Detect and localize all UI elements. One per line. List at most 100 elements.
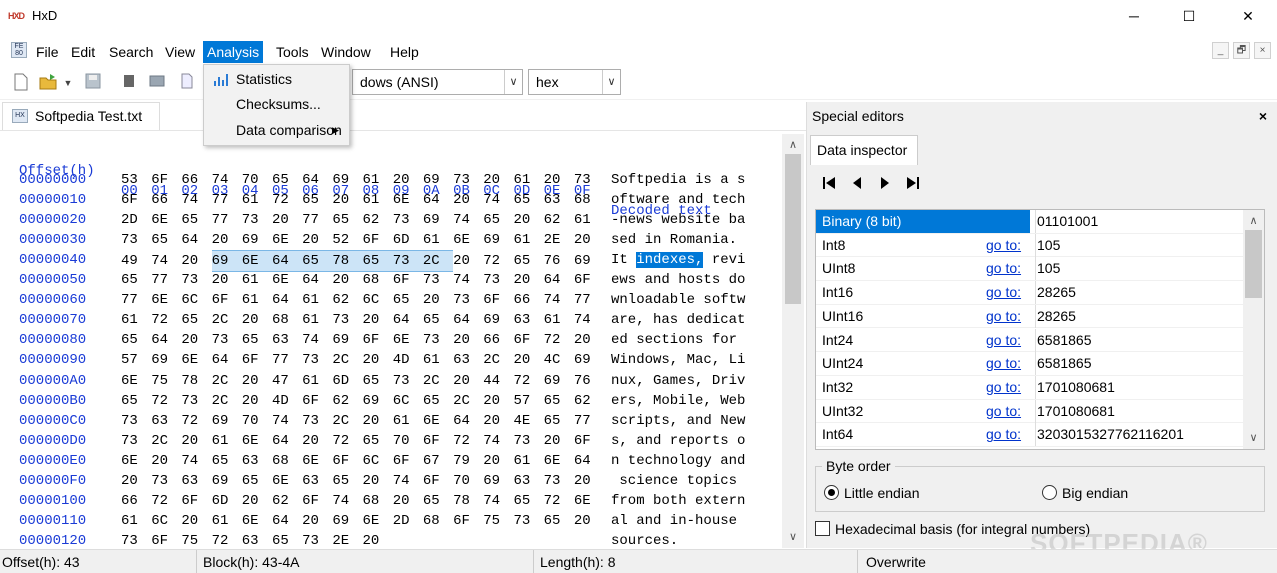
row-bytes[interactable]: 2D 6E 65 77 73 20 77 65 62 73 69 74 65 20 62 61 xyxy=(121,210,604,230)
hex-byte[interactable]: 4E xyxy=(513,411,543,431)
hex-byte[interactable]: 20 xyxy=(423,290,453,310)
first-byte-button[interactable] xyxy=(818,176,840,196)
row-decoded-text[interactable]: ers, Mobile, Web xyxy=(611,391,745,411)
hex-byte[interactable]: 72 xyxy=(332,431,362,451)
hex-byte[interactable]: 2C xyxy=(212,371,242,391)
hex-byte[interactable]: 67 xyxy=(423,451,453,471)
hex-byte[interactable]: 6D xyxy=(212,491,242,511)
hex-byte[interactable]: 6E xyxy=(363,511,393,531)
hex-byte[interactable]: 73 xyxy=(181,270,211,290)
hex-byte[interactable]: 6E xyxy=(151,290,181,310)
hex-byte[interactable]: 74 xyxy=(453,210,483,230)
row-decoded-text[interactable]: Softpedia is a s xyxy=(611,170,745,190)
goto-link[interactable]: go to: xyxy=(986,352,1021,375)
hex-byte[interactable]: 75 xyxy=(483,511,513,531)
hex-byte[interactable]: 65 xyxy=(363,371,393,391)
hex-byte[interactable]: 73 xyxy=(393,210,423,230)
hex-byte[interactable]: 61 xyxy=(242,270,272,290)
hex-byte[interactable]: 20 xyxy=(393,170,423,190)
row-bytes[interactable]: 77 6E 6C 6F 61 64 61 62 6C 65 20 73 6F 66 74 77 xyxy=(121,290,604,310)
menu-help[interactable]: Help xyxy=(386,41,423,63)
hex-byte[interactable]: 65 xyxy=(513,491,543,511)
hex-byte[interactable]: 77 xyxy=(302,210,332,230)
hex-byte[interactable]: 76 xyxy=(574,371,604,391)
hex-byte[interactable]: 63 xyxy=(181,471,211,491)
hex-byte[interactable]: 70 xyxy=(393,431,423,451)
row-bytes[interactable]: 20 73 63 69 65 6E 63 65 20 74 6F 70 69 63 73 20 xyxy=(121,471,604,491)
hex-byte[interactable]: 20 xyxy=(483,170,513,190)
hex-scrollbar[interactable]: ∧ ∨ xyxy=(782,134,804,548)
hex-byte[interactable]: 75 xyxy=(181,531,211,548)
hex-byte[interactable]: 72 xyxy=(151,310,181,330)
hex-byte[interactable]: 74 xyxy=(181,451,211,471)
hex-byte[interactable]: 69 xyxy=(423,210,453,230)
hex-byte[interactable]: 20 xyxy=(302,511,332,531)
hex-byte[interactable]: 64 xyxy=(453,310,483,330)
hex-byte[interactable]: 72 xyxy=(483,251,513,271)
scroll-down-icon[interactable]: ∨ xyxy=(782,528,804,546)
row-bytes[interactable]: 73 2C 20 61 6E 64 20 72 65 70 6F 72 74 73 20 6F xyxy=(121,431,604,451)
new-file-button[interactable] xyxy=(10,73,32,93)
hex-byte[interactable]: 6E xyxy=(393,330,423,350)
hex-byte[interactable]: 20 xyxy=(453,251,483,271)
inspector-value[interactable]: 6581865 xyxy=(1035,328,1246,352)
hex-byte[interactable]: 69 xyxy=(483,310,513,330)
hex-byte[interactable]: 69 xyxy=(483,230,513,250)
hex-byte[interactable]: 6C xyxy=(181,290,211,310)
disk-editor-button[interactable] xyxy=(146,73,168,93)
hex-byte[interactable]: 69 xyxy=(483,471,513,491)
hex-byte[interactable]: 72 xyxy=(453,431,483,451)
hex-byte[interactable]: 69 xyxy=(574,350,604,370)
hex-byte[interactable]: 75 xyxy=(151,371,181,391)
hex-byte[interactable]: 20 xyxy=(242,371,272,391)
hex-byte[interactable]: 2C xyxy=(151,431,181,451)
hex-byte[interactable]: 64 xyxy=(151,330,181,350)
prev-byte-button[interactable] xyxy=(846,176,868,196)
hex-byte[interactable]: 61 xyxy=(393,411,423,431)
inspector-value[interactable]: 01101001 xyxy=(1035,210,1246,233)
hex-byte[interactable]: 20 xyxy=(272,210,302,230)
hex-byte[interactable]: 63 xyxy=(242,451,272,471)
last-byte-button[interactable] xyxy=(902,176,924,196)
hex-byte[interactable]: 6F xyxy=(423,431,453,451)
hex-byte[interactable]: 69 xyxy=(544,371,574,391)
hex-byte[interactable]: 6F xyxy=(393,451,423,471)
hex-byte[interactable]: 20 xyxy=(453,330,483,350)
hex-byte[interactable]: 76 xyxy=(544,251,574,271)
hex-byte[interactable]: 65 xyxy=(544,511,574,531)
row-decoded-text[interactable]: al and in-house xyxy=(611,511,745,531)
hex-byte[interactable]: 6F xyxy=(513,330,543,350)
hex-byte[interactable]: 6E xyxy=(423,411,453,431)
hex-byte[interactable]: 61 xyxy=(302,371,332,391)
hex-byte[interactable]: 62 xyxy=(332,391,362,411)
hex-byte[interactable]: 69 xyxy=(242,230,272,250)
ram-editor-button[interactable] xyxy=(118,73,140,93)
hex-byte[interactable]: 6C xyxy=(363,290,393,310)
menu-item-checksums[interactable]: Checksums... xyxy=(204,92,349,116)
goto-link[interactable]: go to: xyxy=(986,400,1021,423)
inspector-value[interactable]: 105 xyxy=(1035,257,1246,281)
hex-byte[interactable]: 20 xyxy=(453,190,483,210)
row-decoded-text[interactable]: ews and hosts do xyxy=(611,270,745,290)
hex-byte[interactable]: 73 xyxy=(392,250,423,273)
goto-link[interactable]: go to: xyxy=(986,234,1021,257)
hex-byte[interactable]: 64 xyxy=(574,451,604,471)
hex-byte[interactable]: 6F xyxy=(242,350,272,370)
row-bytes[interactable]: 73 63 72 69 70 74 73 2C 20 61 6E 64 20 4E 65 77 xyxy=(121,411,604,431)
scroll-thumb[interactable] xyxy=(785,154,801,304)
hex-byte[interactable]: 65 xyxy=(272,531,302,548)
hex-byte[interactable]: 73 xyxy=(242,210,272,230)
hex-byte[interactable]: 20 xyxy=(363,350,393,370)
hex-byte[interactable]: 72 xyxy=(212,531,242,548)
goto-link[interactable]: go to: xyxy=(986,423,1021,446)
row-bytes[interactable]: 73 65 64 20 69 6E 20 52 6F 6D 61 6E 69 61 2E 20 xyxy=(121,230,604,250)
hex-byte[interactable]: 77 xyxy=(574,411,604,431)
hex-byte[interactable]: 74 xyxy=(181,190,211,210)
hex-byte[interactable]: 6F xyxy=(363,330,393,350)
inspector-row-int8[interactable]: Int8 go to: 105 xyxy=(816,233,1246,258)
hex-byte[interactable]: 20 xyxy=(574,330,604,350)
hex-byte[interactable]: 63 xyxy=(272,330,302,350)
inspector-row-uint16[interactable]: UInt16 go to: 28265 xyxy=(816,304,1246,329)
hex-byte[interactable]: 20 xyxy=(574,511,604,531)
hex-byte[interactable]: 65 xyxy=(362,250,393,273)
